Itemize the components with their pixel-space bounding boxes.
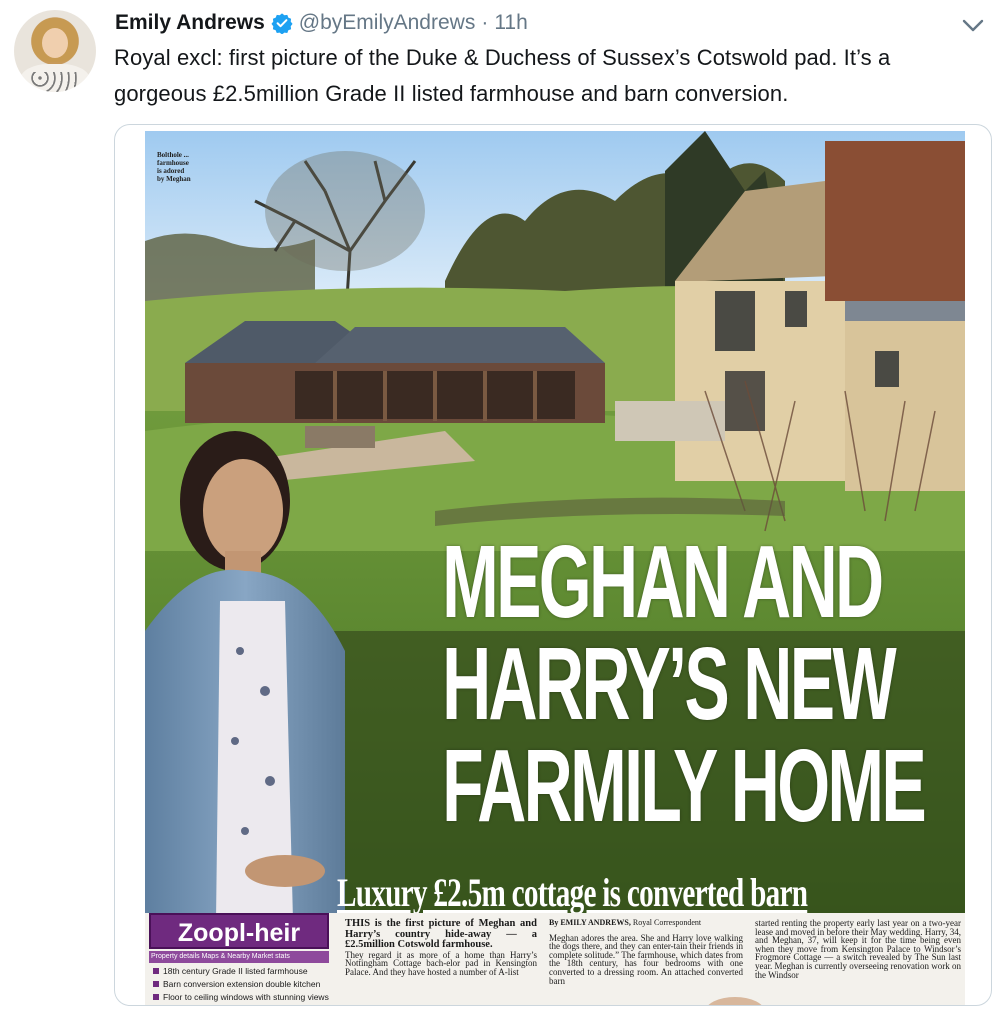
newspaper-page: Bolthole ... farmhouse is adored by Megh… (145, 131, 965, 1005)
list-item: Barn conversion extension double kitchen (153, 978, 333, 991)
caption-line: farmhouse (157, 159, 189, 167)
list-item: Floor to ceiling windows with stunning v… (153, 991, 333, 1004)
bullet-icon (153, 981, 159, 987)
zoopla-tabs: Property details Maps & Nearby Market st… (149, 951, 329, 963)
avatar-shirt (20, 64, 90, 92)
caption-line: Bolthole ... (157, 151, 189, 159)
author-handle[interactable]: @byEmilyAndrews (299, 11, 476, 35)
photo-caption: Bolthole ... farmhouse is adored by Megh… (157, 151, 217, 183)
tweet-text-line: Royal excl: first picture of the Duke & … (114, 45, 891, 70)
headline-line: MEGHAN AND (442, 524, 884, 639)
newspaper-subhead: Luxury £2.5m cottage is converted barn (337, 870, 808, 915)
inset-photo (705, 997, 765, 1005)
article-body: Meghan adores the area. She and Harry lo… (549, 932, 743, 986)
author-display-name[interactable]: Emily Andrews (115, 11, 265, 35)
article-strip: Zoopl-heir Property details Maps & Nearb… (145, 913, 965, 1005)
list-item-label: Floor to ceiling windows with stunning v… (163, 992, 329, 1002)
bullet-icon (153, 968, 159, 974)
tweet-media-card[interactable]: Bolthole ... farmhouse is adored by Megh… (114, 124, 992, 1006)
byline-role: Royal Correspondent (632, 918, 702, 927)
zoopla-logo: Zoopl-heir (149, 913, 329, 949)
avatar-face (42, 28, 68, 58)
zoopla-box: Zoopl-heir Property details Maps & Nearb… (149, 913, 333, 1005)
separator-dot: · (481, 11, 489, 34)
article-byline: By EMILY ANDREWS, Royal Correspondent (549, 918, 743, 928)
bullet-icon (153, 994, 159, 1000)
article-column-1: THIS is the first picture of Meghan and … (345, 918, 537, 977)
article-lead: THIS is the first picture of Meghan and … (345, 918, 537, 950)
newspaper-headline: MEGHAN AND HARRY’S NEW FARMILY HOME (442, 524, 927, 843)
list-item: 18th century Grade II listed farmhouse (153, 965, 333, 978)
verified-badge-icon (271, 13, 293, 34)
tweet-author-row: Emily Andrews @byEmilyAndrews · 11h (115, 8, 528, 38)
tweet-timestamp[interactable]: 11h (494, 11, 527, 35)
chevron-down-icon[interactable] (958, 14, 988, 36)
byline-name: By EMILY ANDREWS, (549, 918, 631, 927)
article-column-3: started renting the property early last … (755, 918, 961, 980)
zoopla-feature-list: 18th century Grade II listed farmhouse B… (153, 965, 333, 1004)
headline-line: FARMILY HOME (442, 728, 927, 843)
headline-line: HARRY’S NEW (442, 626, 897, 741)
caption-line: is adored (157, 167, 185, 175)
avatar[interactable] (14, 10, 96, 92)
list-item-label: Barn conversion extension double kitchen (163, 979, 321, 989)
caption-line: by Meghan (157, 175, 191, 183)
list-item-label: 18th century Grade II listed farmhouse (163, 966, 308, 976)
tweet-text-line: gorgeous £2.5million Grade II listed far… (114, 81, 789, 106)
article-body: They regard it as more of a home than Ha… (345, 949, 537, 977)
tweet-text: Royal excl: first picture of the Duke & … (114, 40, 984, 112)
article-body: started renting the property early last … (755, 918, 961, 980)
article-column-2: By EMILY ANDREWS, Royal Correspondent Me… (549, 918, 743, 986)
